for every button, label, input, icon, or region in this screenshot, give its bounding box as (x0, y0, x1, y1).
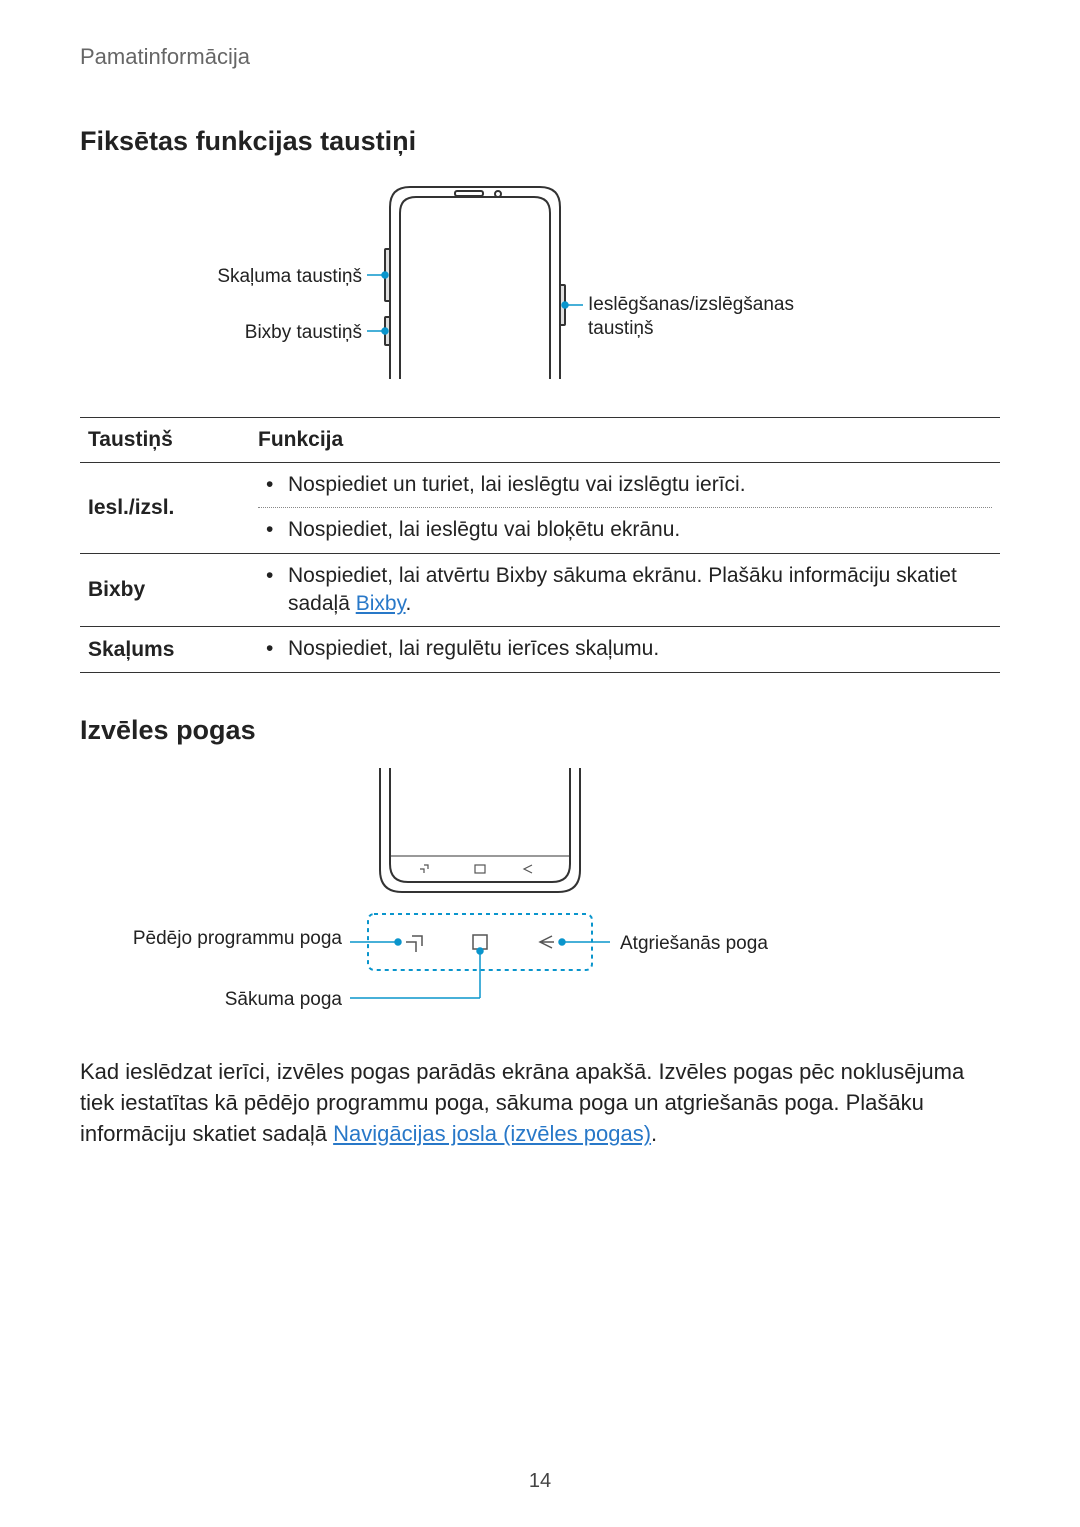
link-bixby[interactable]: Bixby (356, 592, 406, 615)
td-key-power: Iesl./izsl. (80, 463, 250, 554)
td-key-volume: Skaļums (80, 627, 250, 672)
hardware-keys-table: Taustiņš Funkcija Iesl./izsl. •Nospiedie… (80, 417, 1000, 673)
td-func-volume: Nospiediet, lai regulētu ierīces skaļumu… (288, 637, 659, 660)
td-func-power-1: Nospiediet un turiet, lai ieslēgtu vai i… (288, 473, 746, 496)
breadcrumb: Pamatinformācija (80, 44, 1000, 70)
soft-keys-description: Kad ieslēdzat ierīci, izvēles pogas parā… (80, 1056, 1000, 1150)
callout-volume-key: Skaļuma taustiņš (80, 265, 362, 289)
page-number: 14 (0, 1470, 1080, 1493)
th-function: Funkcija (250, 418, 1000, 463)
soft-keys-diagram: Pēdējo programmu poga Atgriešanās poga S… (80, 768, 1000, 1038)
td-func-bixby: Nospiediet, lai atvērtu Bixby sākuma ekr… (288, 564, 957, 615)
section-soft-keys-title: Izvēles pogas (80, 715, 1000, 746)
callout-recents-button: Pēdējo programmu poga (80, 928, 342, 951)
link-navigation-bar[interactable]: Navigācijas josla (izvēles pogas) (333, 1121, 651, 1146)
hardware-keys-diagram: Skaļuma taustiņš Bixby taustiņš Ieslēgša… (80, 179, 1000, 409)
td-func-power-2: Nospiediet, lai ieslēgtu vai bloķētu ekr… (288, 518, 680, 541)
th-key: Taustiņš (80, 418, 250, 463)
section-hardware-keys-title: Fiksētas funkcijas taustiņi (80, 126, 1000, 157)
callout-back-button: Atgriešanās poga (620, 932, 840, 956)
callout-home-button: Sākuma poga (80, 988, 342, 1012)
td-key-bixby: Bixby (80, 553, 250, 627)
callout-power-key: Ieslēgšanas/izslēgšanas taustiņš (588, 293, 828, 341)
callout-bixby-key: Bixby taustiņš (80, 321, 362, 345)
